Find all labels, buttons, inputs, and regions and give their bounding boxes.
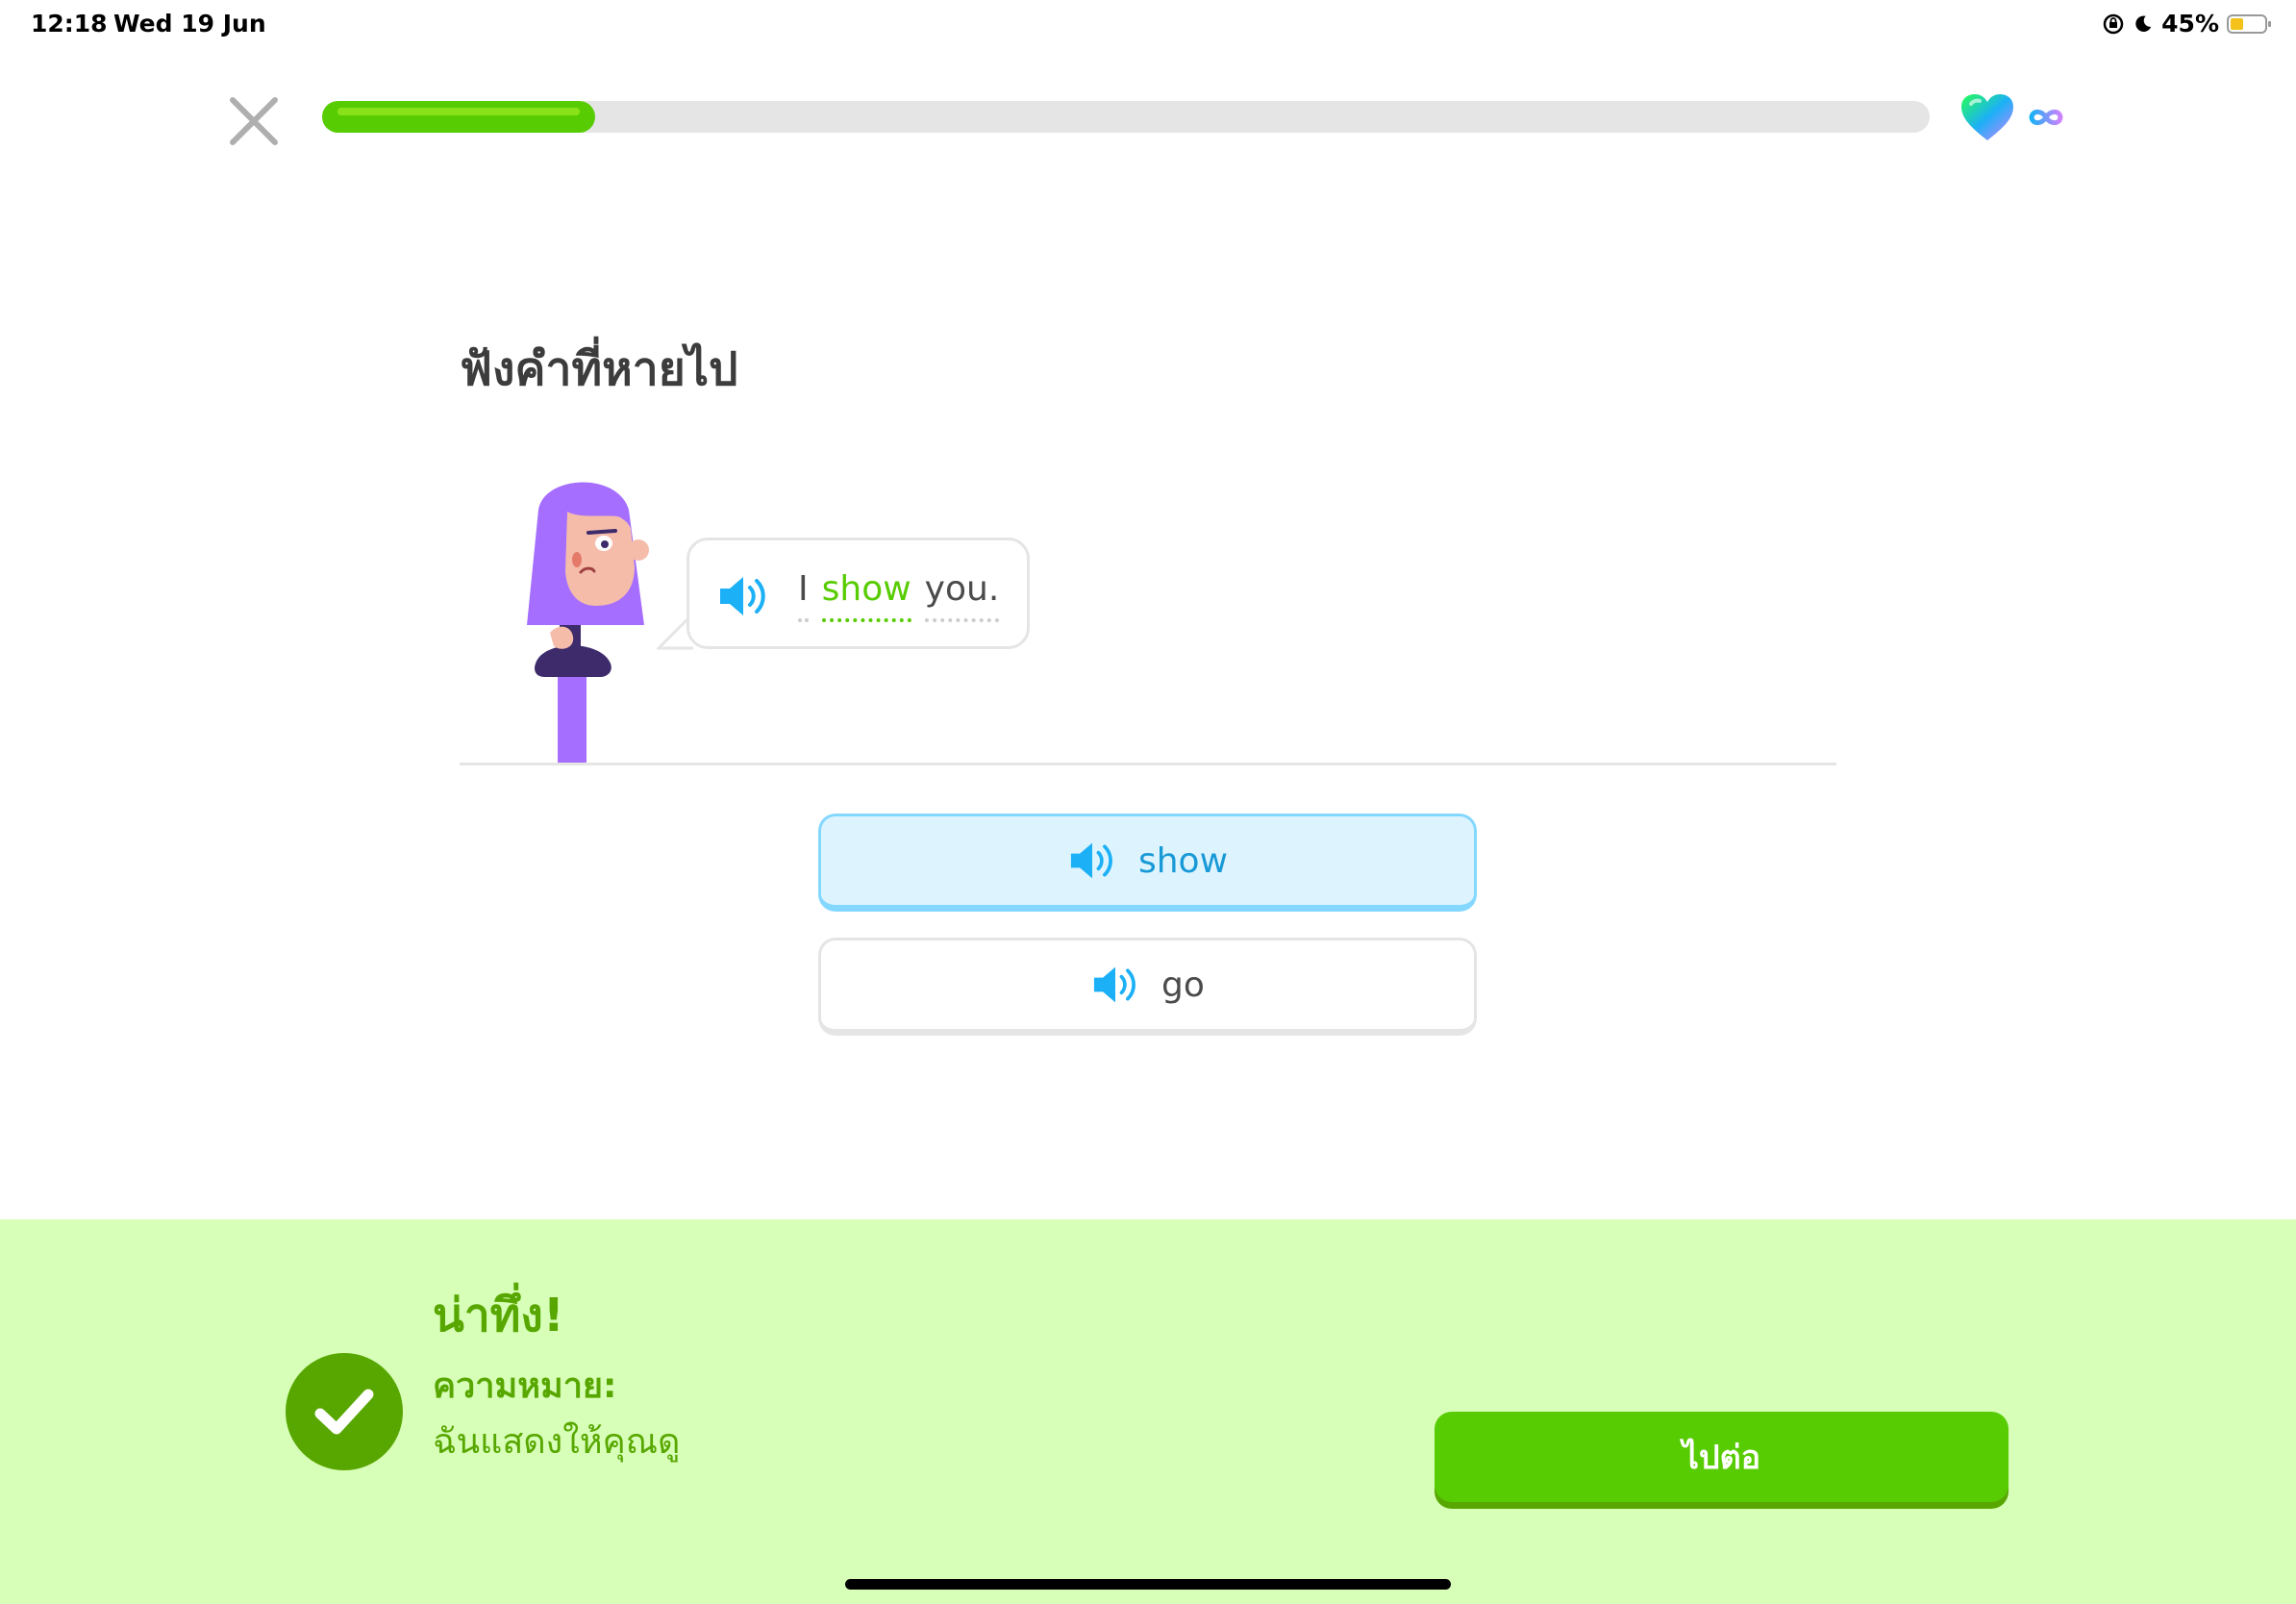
continue-button[interactable]: ไปต่อ xyxy=(1435,1412,2009,1502)
divider xyxy=(460,763,1836,765)
status-date: Wed 19 Jun xyxy=(113,10,266,38)
battery-percentage: 45% xyxy=(2161,10,2219,38)
feedback-meaning-label: ความหมาย: xyxy=(433,1366,617,1406)
close-icon xyxy=(230,97,278,145)
sentence-word[interactable]: I xyxy=(798,569,809,622)
infinity-icon xyxy=(2029,109,2063,126)
orientation-lock-icon xyxy=(2103,13,2124,34)
hearts-indicator[interactable] xyxy=(1959,92,2065,142)
option-button-show[interactable]: show xyxy=(818,814,1477,912)
option-label: go xyxy=(1161,965,1205,1005)
speaker-icon xyxy=(1093,966,1136,1003)
status-right: 45% xyxy=(2102,10,2271,38)
speaker-icon[interactable] xyxy=(716,572,770,620)
check-badge xyxy=(286,1353,403,1470)
home-indicator[interactable] xyxy=(845,1579,1451,1590)
status-bar: 12:18 Wed 19 Jun 45% xyxy=(0,6,2296,40)
option-label: show xyxy=(1137,840,1229,881)
heart-icon xyxy=(1961,94,2013,140)
feedback-meaning-text: ฉันแสดงให้คุณดู xyxy=(433,1422,681,1462)
instruction-title: ฟังคำที่หายไป xyxy=(460,342,738,396)
lily-character xyxy=(500,471,673,764)
check-icon xyxy=(314,1389,374,1435)
lesson-progress-bar xyxy=(322,101,1930,133)
feedback-title: น่าทึ่ง! xyxy=(433,1289,564,1342)
moon-icon xyxy=(2135,14,2152,32)
battery-icon xyxy=(2227,13,2271,34)
sentence-word-answer[interactable]: show xyxy=(821,569,911,622)
option-button-go[interactable]: go xyxy=(818,938,1477,1036)
close-button[interactable] xyxy=(223,90,285,152)
status-time: 12:18 xyxy=(31,10,108,38)
continue-label: ไปต่อ xyxy=(1682,1439,1761,1477)
bubble-sentence: I show you. xyxy=(798,569,1000,622)
speaker-icon xyxy=(1070,842,1112,879)
speech-bubble: I show you. xyxy=(686,538,1030,649)
sentence-word[interactable]: you. xyxy=(924,569,1000,622)
lesson-progress-fill xyxy=(322,101,596,133)
